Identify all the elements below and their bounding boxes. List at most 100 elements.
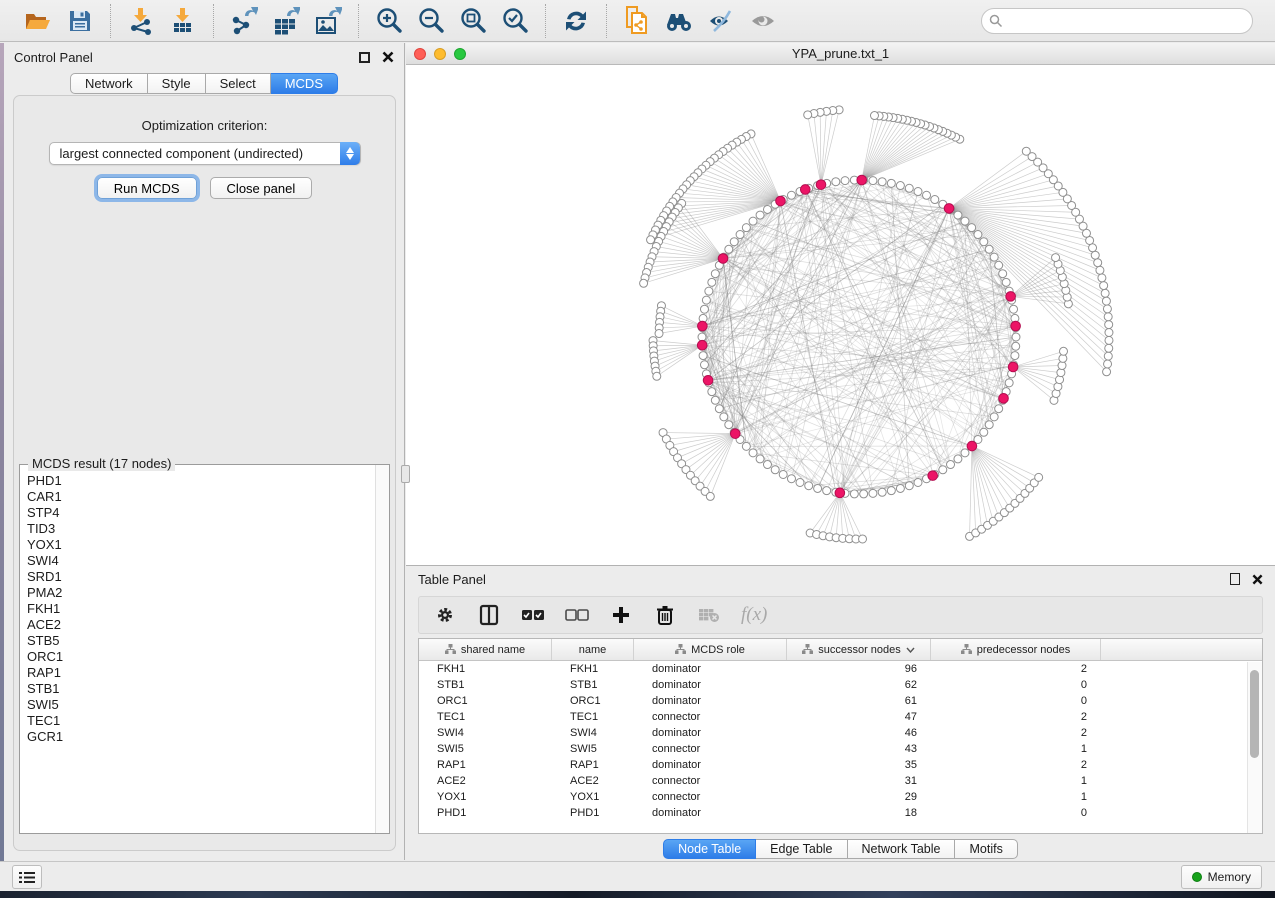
panel-splitter-handle[interactable]	[401, 465, 410, 483]
zoom-selected-button[interactable]	[497, 4, 533, 38]
network-node[interactable]	[990, 413, 998, 421]
network-node[interactable]	[715, 405, 723, 413]
leaf-node[interactable]	[706, 492, 714, 500]
mcds-result-item[interactable]: TEC1	[27, 713, 375, 729]
leaf-node[interactable]	[1105, 328, 1113, 336]
leaf-node[interactable]	[804, 111, 812, 119]
network-node[interactable]	[947, 461, 955, 469]
mcds-result-item[interactable]: FKH1	[27, 601, 375, 617]
table-scrollbar[interactable]	[1247, 662, 1262, 833]
open-session-button[interactable]	[20, 4, 56, 38]
network-node[interactable]	[725, 421, 733, 429]
network-node[interactable]	[823, 487, 831, 495]
network-node[interactable]	[999, 270, 1007, 278]
network-node[interactable]	[742, 224, 750, 232]
column-header-predecessor-nodes[interactable]: predecessor nodes	[931, 639, 1101, 660]
table-row[interactable]: SWI4SWI4dominator462	[419, 725, 1262, 741]
network-node[interactable]	[980, 428, 988, 436]
leaf-node[interactable]	[1022, 147, 1030, 155]
network-node[interactable]	[708, 278, 716, 286]
network-node[interactable]	[805, 482, 813, 490]
network-node[interactable]	[1005, 379, 1013, 387]
leaf-node[interactable]	[653, 372, 661, 380]
network-node[interactable]	[905, 482, 913, 490]
find-button[interactable]	[661, 4, 697, 38]
mcds-hub-node[interactable]	[928, 471, 938, 481]
network-node[interactable]	[711, 270, 719, 278]
import-network-button[interactable]	[123, 4, 159, 38]
network-node[interactable]	[736, 231, 744, 239]
result-scrollbar[interactable]	[375, 465, 389, 833]
float-panel-icon[interactable]	[359, 52, 370, 63]
mcds-hub-node[interactable]	[1011, 321, 1021, 331]
network-node[interactable]	[698, 333, 706, 341]
network-node[interactable]	[749, 449, 757, 457]
zoom-in-button[interactable]	[371, 4, 407, 38]
mcds-result-item[interactable]: ORC1	[27, 649, 375, 665]
import-table-button[interactable]	[165, 4, 201, 38]
tab-style[interactable]: Style	[148, 73, 206, 94]
network-node[interactable]	[771, 466, 779, 474]
network-node[interactable]	[931, 196, 939, 204]
leaf-node[interactable]	[1104, 360, 1112, 368]
tab-motifs[interactable]: Motifs	[955, 839, 1017, 859]
show-all-button[interactable]	[745, 4, 781, 38]
network-node[interactable]	[896, 182, 904, 190]
network-node[interactable]	[814, 484, 822, 492]
tab-network[interactable]: Network	[70, 73, 148, 94]
network-node[interactable]	[1011, 352, 1019, 360]
leaf-node[interactable]	[1100, 282, 1108, 290]
column-header-MCDS-role[interactable]: MCDS role	[634, 639, 787, 660]
network-node[interactable]	[749, 217, 757, 225]
network-node[interactable]	[850, 490, 858, 498]
network-node[interactable]	[787, 475, 795, 483]
network-graph[interactable]	[406, 65, 1275, 564]
close-panel-button[interactable]: Close panel	[210, 177, 313, 199]
mcds-hub-node[interactable]	[718, 254, 728, 264]
mcds-result-item[interactable]: YOX1	[27, 537, 375, 553]
mcds-hub-node[interactable]	[816, 180, 826, 190]
network-node[interactable]	[742, 442, 750, 450]
function-builder-button[interactable]: f(x)	[741, 604, 767, 626]
network-node[interactable]	[905, 184, 913, 192]
network-node[interactable]	[708, 388, 716, 396]
network-node[interactable]	[985, 245, 993, 253]
leaf-node[interactable]	[1089, 244, 1097, 252]
delete-table-button[interactable]	[697, 603, 721, 627]
mcds-result-item[interactable]: STB1	[27, 681, 375, 697]
network-node[interactable]	[887, 487, 895, 495]
show-columns-button[interactable]	[477, 603, 501, 627]
mcds-result-item[interactable]: SWI5	[27, 697, 375, 713]
leaf-node[interactable]	[859, 535, 867, 543]
mcds-hub-node[interactable]	[697, 340, 707, 350]
leaf-node[interactable]	[1096, 266, 1104, 274]
network-node[interactable]	[914, 478, 922, 486]
table-row[interactable]: TEC1TEC1connector472	[419, 709, 1262, 725]
clone-network-button[interactable]	[619, 4, 655, 38]
close-panel-icon[interactable]	[382, 51, 394, 63]
mcds-hub-node[interactable]	[1006, 292, 1016, 302]
network-node[interactable]	[699, 352, 707, 360]
tab-select[interactable]: Select	[206, 73, 271, 94]
export-table-button[interactable]	[268, 4, 304, 38]
export-image-button[interactable]	[310, 4, 346, 38]
leaf-node[interactable]	[640, 279, 648, 287]
leaf-node[interactable]	[1102, 297, 1110, 305]
mcds-result-item[interactable]: CAR1	[27, 489, 375, 505]
table-row[interactable]: PHD1PHD1dominator180	[419, 805, 1262, 821]
leaf-node[interactable]	[1035, 473, 1043, 481]
save-session-button[interactable]	[62, 4, 98, 38]
network-canvas[interactable]	[406, 65, 1275, 564]
mcds-hub-node[interactable]	[857, 175, 867, 185]
network-node[interactable]	[1012, 342, 1020, 350]
table-row[interactable]: YOX1YOX1connector291	[419, 789, 1262, 805]
optimization-criterion-select[interactable]: largest connected component (undirected)	[49, 142, 361, 165]
network-node[interactable]	[995, 261, 1003, 269]
run-mcds-button[interactable]: Run MCDS	[97, 177, 197, 199]
leaf-node[interactable]	[647, 236, 655, 244]
tab-mcds[interactable]: MCDS	[271, 73, 338, 94]
hide-selected-button[interactable]	[703, 4, 739, 38]
leaf-node[interactable]	[1052, 254, 1060, 262]
leaf-node[interactable]	[1103, 305, 1111, 313]
mcds-result-item[interactable]: SRD1	[27, 569, 375, 585]
